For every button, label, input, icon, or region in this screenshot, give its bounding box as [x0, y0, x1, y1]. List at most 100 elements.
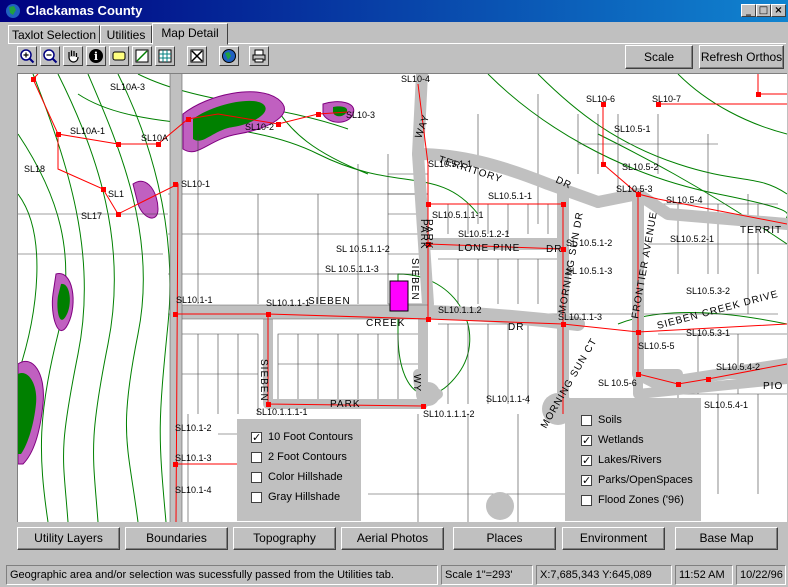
county-logo-icon — [6, 4, 20, 18]
sewer-line-label: SL10.5.1-1 — [488, 191, 532, 201]
checkbox-soils[interactable] — [581, 415, 592, 426]
sewer-line-label: SL10-6 — [586, 94, 615, 104]
zoom-in-button[interactable] — [17, 46, 37, 66]
close-button[interactable]: × — [771, 4, 786, 17]
checkbox-label: Soils — [598, 414, 622, 426]
checkbox-label: Flood Zones ('96) — [598, 494, 684, 506]
checkbox-gray-hillshade[interactable] — [251, 492, 262, 503]
sewer-line-label: SL10A-3 — [110, 82, 145, 92]
svg-text:i: i — [94, 50, 98, 63]
measure-button[interactable] — [132, 46, 152, 66]
sewer-line-label: SL10.1.1.1-1 — [256, 407, 308, 417]
sewer-line-label: SL10.5.3-2 — [686, 286, 730, 296]
street-name-label: DR — [546, 244, 562, 255]
aerial-photos-button[interactable]: Aerial Photos — [341, 527, 444, 550]
boundaries-button[interactable]: Boundaries — [125, 527, 228, 550]
grid-button[interactable] — [155, 46, 175, 66]
sewer-line-label: SL10.1.1.2 — [438, 305, 482, 315]
sewer-line-label: SL18 — [24, 164, 45, 174]
sewer-line-label: SL10.1-2 — [175, 423, 212, 433]
contour-layers-panel: ✓ 10 Foot Contours 2 Foot Contours Color … — [237, 419, 361, 521]
checkbox-color-hillshade[interactable] — [251, 472, 262, 483]
checkbox-label: Lakes/Rivers — [598, 454, 662, 466]
status-scale: Scale 1"=293' — [441, 565, 533, 585]
maximize-button[interactable]: □ — [756, 4, 771, 17]
tab-utilities[interactable]: Utilities — [100, 25, 152, 44]
topography-button[interactable]: Topography — [233, 527, 336, 550]
sewer-line-label: SL10.5-4 — [666, 195, 703, 205]
places-button[interactable]: Places — [453, 527, 556, 550]
sewer-line-label: SL10.1.1.1-2 — [423, 409, 475, 419]
street-name-label: PARK — [423, 219, 434, 250]
sewer-line-label: SL10.5.2-1 — [670, 234, 714, 244]
clear-selection-icon — [190, 49, 204, 63]
scale-button[interactable]: Scale — [625, 45, 693, 69]
zoom-out-button[interactable] — [40, 46, 60, 66]
checkbox-2-foot-contours[interactable] — [251, 452, 262, 463]
tab-taxlot-selection[interactable]: Taxlot Selection — [8, 25, 100, 44]
checkbox-lakes-rivers[interactable]: ✓ — [581, 455, 592, 466]
sewer-line-label: SL10A — [141, 133, 168, 143]
sewer-line-label: SL10.5.1.1-1 — [432, 210, 484, 220]
sewer-line-label: SL10.1-4 — [175, 485, 212, 495]
sewer-line-label: SL 10.5.1.1-2 — [336, 244, 390, 254]
utility-layers-button[interactable]: Utility Layers — [17, 527, 120, 550]
sewer-line-label: SL10-3 — [346, 110, 375, 120]
street-name-label: SIEBEN — [258, 359, 269, 402]
label-button[interactable] — [109, 46, 129, 66]
info-icon: i — [89, 49, 103, 63]
print-button[interactable] — [249, 46, 269, 66]
checkbox-10-foot-contours[interactable]: ✓ — [251, 432, 262, 443]
status-coordinates: X:7,685,343 Y:645,089 — [536, 565, 672, 585]
zoom-out-icon — [43, 49, 58, 64]
checkbox-label: Color Hillshade — [268, 471, 343, 483]
sewer-line-label: SL1 — [108, 189, 124, 199]
sewer-line-label: SL10.5.1.2-1 — [458, 229, 510, 239]
pan-hand-icon — [68, 50, 79, 63]
sewer-line-label: SL10.5.3-1 — [686, 328, 730, 338]
sewer-line-label: SL10.1-1 — [176, 295, 213, 305]
street-name-label: SIEBEN — [308, 296, 351, 307]
status-date: 10/22/96 — [736, 565, 786, 585]
window-title: Clackamas County — [26, 3, 143, 18]
street-name-label: CREEK — [366, 318, 405, 329]
sewer-line-label: SL10A-1 — [70, 126, 105, 136]
status-time: 11:52 AM — [675, 565, 733, 585]
sewer-line-label: SL10.5-2 — [622, 162, 659, 172]
street-name-label: DR — [508, 322, 524, 333]
minimize-button[interactable]: _ — [741, 4, 756, 17]
street-name-label: WY — [411, 374, 422, 392]
info-button[interactable]: i — [86, 46, 106, 66]
checkbox-wetlands[interactable]: ✓ — [581, 435, 592, 446]
clear-selection-button[interactable] — [187, 46, 207, 66]
refresh-orthos-button[interactable]: Refresh Orthos — [699, 45, 784, 69]
base-map-button[interactable]: Base Map — [675, 527, 778, 550]
selected-taxlot — [389, 280, 409, 312]
sewer-line-label: SL10-2 — [245, 122, 274, 132]
environment-button[interactable]: Environment — [562, 527, 665, 550]
globe-button[interactable] — [219, 46, 239, 66]
sewer-line-label: SL10-7 — [652, 94, 681, 104]
print-icon — [252, 49, 266, 63]
street-name-label: PARK — [330, 399, 361, 410]
checkbox-parks-openspaces[interactable]: ✓ — [581, 475, 592, 486]
pan-button[interactable] — [63, 46, 83, 66]
sewer-line-label: SL10-1 — [181, 179, 210, 189]
title-bar: Clackamas County _ □ × — [0, 0, 788, 22]
checkbox-label: Parks/OpenSpaces — [598, 474, 693, 486]
measure-icon — [135, 49, 149, 63]
label-icon — [112, 51, 126, 61]
checkbox-label: 2 Foot Contours — [268, 451, 347, 463]
sewer-line-label: SL10.1-3 — [175, 453, 212, 463]
sewer-line-label: SL10.5.4-2 — [716, 362, 760, 372]
sewer-line-label: SL10.5-3 — [616, 184, 653, 194]
checkbox-label: Gray Hillshade — [268, 491, 341, 503]
status-message: Geographic area and/or selection was suc… — [6, 565, 438, 585]
sewer-line-label: SL10.5.4-1 — [704, 400, 748, 410]
checkbox-label: Wetlands — [598, 434, 644, 446]
environment-layers-panel: Soils ✓ Wetlands ✓ Lakes/Rivers ✓ Parks/Ope… — [565, 398, 701, 521]
tab-map-detail[interactable]: Map Detail — [152, 23, 228, 45]
checkbox-label: 10 Foot Contours — [268, 431, 353, 443]
checkbox-flood-zones[interactable] — [581, 495, 592, 506]
sewer-line-label: SL 10.5.1.1-3 — [325, 264, 379, 274]
